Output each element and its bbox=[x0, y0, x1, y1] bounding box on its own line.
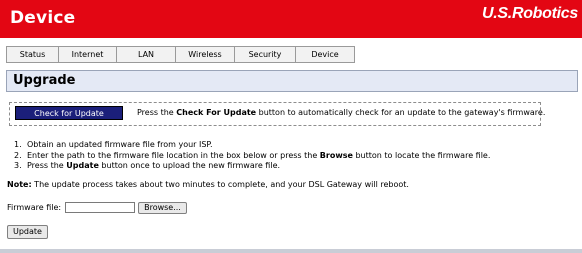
tab-wireless[interactable]: Wireless bbox=[176, 47, 235, 62]
firmware-file-label: Firmware file: bbox=[7, 203, 62, 212]
list-item: 1. Obtain an updated firmware file from … bbox=[14, 140, 213, 149]
section-header: Upgrade bbox=[6, 70, 578, 92]
section-title: Upgrade bbox=[13, 73, 76, 88]
firmware-file-input[interactable] bbox=[65, 202, 136, 213]
update-note: Note: The update process takes about two… bbox=[7, 180, 409, 189]
tab-device[interactable]: Device bbox=[296, 47, 354, 62]
tab-internet[interactable]: Internet bbox=[59, 47, 117, 62]
browse-button[interactable]: Browse... bbox=[138, 201, 187, 214]
tab-lan[interactable]: LAN bbox=[117, 47, 176, 62]
bottom-border bbox=[0, 249, 582, 253]
usrobotics-logo: U.S.Robotics bbox=[482, 5, 578, 22]
nav-bar: Status Internet LAN Wireless Security De… bbox=[6, 46, 355, 63]
header-bar: Device U.S.Robotics bbox=[0, 0, 582, 38]
page-title: Device bbox=[10, 8, 76, 28]
upgrade-content: Check for Update Press the Check For Upd… bbox=[0, 92, 582, 247]
tab-status[interactable]: Status bbox=[7, 47, 59, 62]
firmware-file-row: Firmware file: Browse... bbox=[7, 201, 187, 214]
list-item: 3. Press the Update button once to uploa… bbox=[14, 161, 281, 170]
list-item: 2. Enter the path to the firmware file l… bbox=[14, 150, 491, 160]
update-button[interactable]: Update bbox=[7, 225, 48, 239]
check-update-description: Press the Check For Update button to aut… bbox=[137, 108, 546, 117]
check-update-box: Check for Update Press the Check For Upd… bbox=[9, 102, 545, 126]
instruction-list: 1. Obtain an updated firmware file from … bbox=[14, 140, 490, 172]
check-for-update-button[interactable]: Check for Update bbox=[15, 106, 123, 120]
tab-security[interactable]: Security bbox=[235, 47, 296, 62]
